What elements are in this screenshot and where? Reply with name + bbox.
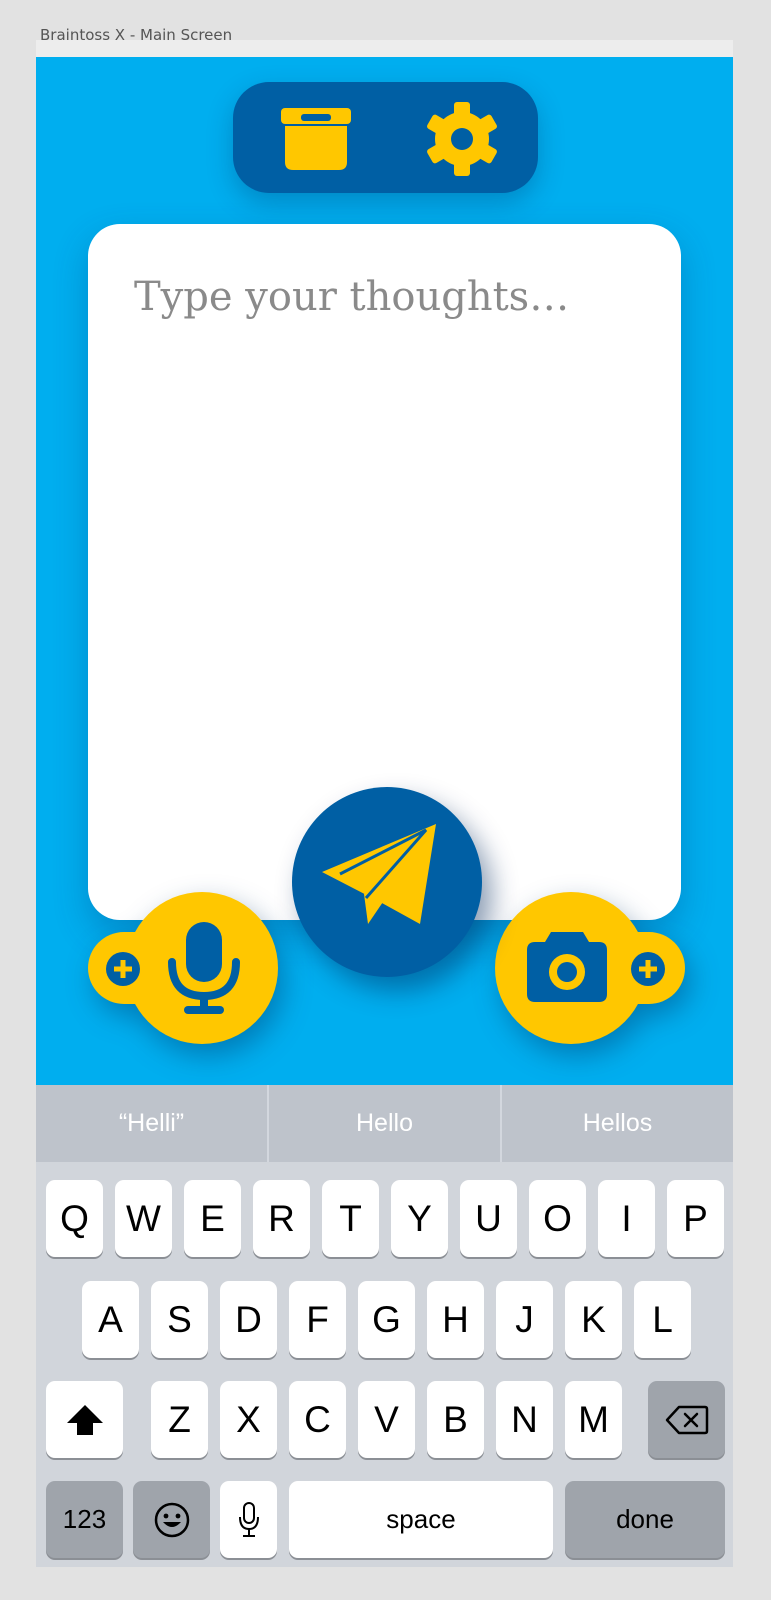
paper-plane-icon [322, 824, 436, 924]
suggestion-item[interactable]: “Helli” [36, 1085, 267, 1162]
space-key[interactable]: space [289, 1481, 553, 1558]
phone-screen: “Helli” Hello Hellos Q W E R T Y U O I P… [36, 57, 733, 1567]
plus-circle-icon [631, 952, 665, 986]
key-e[interactable]: E [184, 1180, 241, 1257]
emoji-key[interactable] [133, 1481, 210, 1558]
settings-button[interactable] [423, 100, 501, 178]
plus-circle-icon [106, 952, 140, 986]
archive-box-icon [281, 108, 351, 170]
key-a[interactable]: A [82, 1281, 139, 1358]
camera-icon [527, 932, 607, 1002]
microphone-icon [168, 922, 240, 1014]
key-n[interactable]: N [496, 1381, 553, 1458]
numbers-key[interactable]: 123 [46, 1481, 123, 1558]
suggestion-item[interactable]: Hellos [502, 1085, 733, 1162]
key-v[interactable]: V [358, 1381, 415, 1458]
key-f[interactable]: F [289, 1281, 346, 1358]
key-q[interactable]: Q [46, 1180, 103, 1257]
key-o[interactable]: O [529, 1180, 586, 1257]
done-key[interactable]: done [565, 1481, 725, 1558]
key-c[interactable]: C [289, 1381, 346, 1458]
dictation-key[interactable] [220, 1481, 277, 1558]
thought-input[interactable] [134, 264, 634, 834]
emoji-face-icon [154, 1502, 189, 1537]
voice-memo-button[interactable] [88, 892, 278, 1044]
key-h[interactable]: H [427, 1281, 484, 1358]
shift-arrow-icon [66, 1404, 103, 1435]
key-j[interactable]: J [496, 1281, 553, 1358]
key-m[interactable]: M [565, 1381, 622, 1458]
key-p[interactable]: P [667, 1180, 724, 1257]
archive-button[interactable] [277, 100, 355, 178]
key-i[interactable]: I [598, 1180, 655, 1257]
suggestion-bar: “Helli” Hello Hellos [36, 1085, 733, 1162]
key-l[interactable]: L [634, 1281, 691, 1358]
key-u[interactable]: U [460, 1180, 517, 1257]
microphone-icon [238, 1501, 259, 1537]
window-title-bar [36, 40, 733, 57]
key-d[interactable]: D [220, 1281, 277, 1358]
key-t[interactable]: T [322, 1180, 379, 1257]
camera-button[interactable] [495, 892, 685, 1044]
backspace-icon [665, 1405, 708, 1434]
app-canvas [36, 57, 733, 1085]
key-w[interactable]: W [115, 1180, 172, 1257]
top-toolbar [233, 82, 538, 193]
send-button[interactable] [292, 787, 482, 977]
key-z[interactable]: Z [151, 1381, 208, 1458]
on-screen-keyboard: “Helli” Hello Hellos Q W E R T Y U O I P… [36, 1085, 733, 1567]
key-b[interactable]: B [427, 1381, 484, 1458]
key-k[interactable]: K [565, 1281, 622, 1358]
suggestion-item[interactable]: Hello [269, 1085, 500, 1162]
backspace-key[interactable] [648, 1381, 725, 1458]
key-g[interactable]: G [358, 1281, 415, 1358]
key-x[interactable]: X [220, 1381, 277, 1458]
key-y[interactable]: Y [391, 1180, 448, 1257]
key-s[interactable]: S [151, 1281, 208, 1358]
shift-key[interactable] [46, 1381, 123, 1458]
gear-icon [427, 102, 497, 176]
key-r[interactable]: R [253, 1180, 310, 1257]
